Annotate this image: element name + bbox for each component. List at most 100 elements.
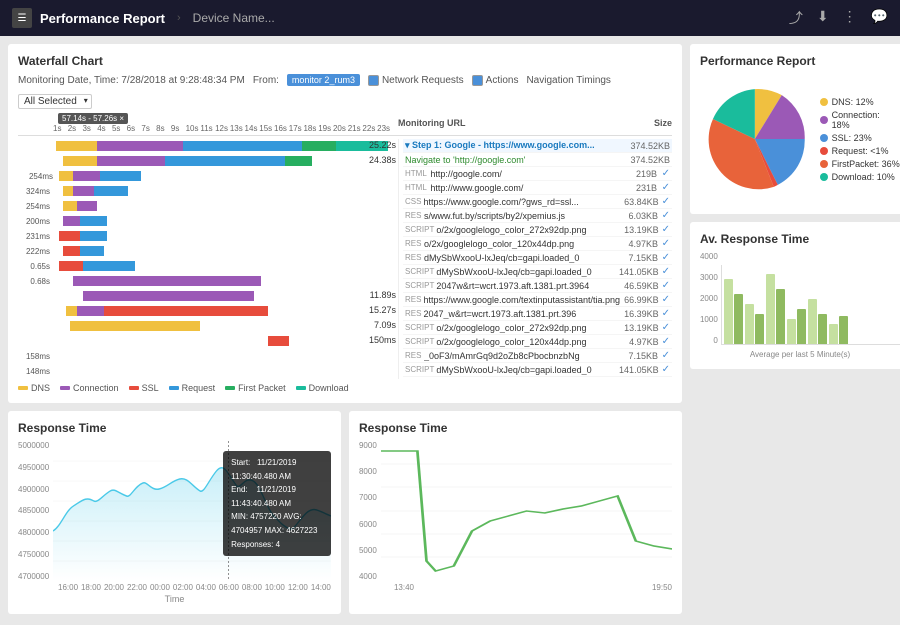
monitoring-url-header: Monitoring URL [398, 118, 465, 128]
app-logo: ☰ [12, 8, 32, 28]
x-axis: 16:00 18:00 20:00 22:00 00:00 02:00 04:0… [58, 583, 331, 592]
chat-icon[interactable]: 💬 [871, 8, 888, 28]
x-axis-right: 13:40 19:50 [394, 583, 672, 592]
legend-ssl: SSL [129, 383, 159, 393]
nav-timings-label: Navigation Timings [526, 75, 610, 86]
time-ruler: 1s 2s 3s 4s 5s 6s 7s 8s 9s 10s 11s 12s 1… [53, 124, 392, 133]
waterfall-meta-date: Monitoring Date, Time: 7/28/2018 at 9:28… [18, 75, 245, 86]
more-icon[interactable]: ⋮ [843, 8, 857, 28]
bar-group [766, 274, 785, 344]
response-time-left-chart: 5000000 4950000 4900000 4850000 4800000 … [18, 441, 331, 581]
bar [766, 274, 775, 344]
table-row: 158ms [18, 349, 398, 363]
waterfall-title: Waterfall Chart [18, 54, 672, 68]
response-time-right-panel: Response Time 9000 8000 7000 6000 5000 4… [349, 411, 682, 614]
list-item: HTML http://google.com/ 219B ✓ [403, 167, 672, 181]
legend-ssl-pie: SSL: 23% [820, 133, 900, 143]
waterfall-urls: ▾ Step 1: Google - https://www.google.co… [398, 139, 672, 379]
waterfall-from-label: From: [253, 75, 279, 86]
table-row: 0.68s [18, 274, 398, 288]
bar [745, 304, 754, 344]
list-item: RES 2047_w&rt=wcrt.1973.aft.1381.prt.396… [403, 307, 672, 321]
right-chart-canvas [381, 441, 672, 581]
av-response-panel: Av. Response Time 4000 3000 2000 1000 0 [690, 222, 900, 369]
table-row: 24.38s [18, 154, 398, 168]
waterfall-body: 25.22s 24.38s [18, 139, 672, 379]
legend-dns: DNS [18, 383, 50, 393]
legend-request: Request [169, 383, 216, 393]
legend-connection-pie: Connection: 18% [820, 110, 900, 130]
list-item: RES dMySbWxooU-lxJeq/cb=gapi.loaded_0 7.… [403, 251, 672, 265]
page-title: Performance Report [40, 11, 165, 26]
av-response-title: Av. Response Time [700, 232, 900, 246]
page-subtitle: Device Name... [193, 11, 275, 25]
main-content: Waterfall Chart Monitoring Date, Time: 7… [0, 36, 900, 625]
table-row: 11.89s [18, 289, 398, 303]
table-row: 200ms [18, 214, 398, 228]
topbar-actions: ⤴ ⬇ ⋮ 💬 [789, 8, 888, 28]
legend-download: Download [296, 383, 349, 393]
list-item: SCRIPT o/2x/googlelogo_color_120x44dp.pn… [403, 335, 672, 349]
bar [755, 314, 764, 344]
bar-group [808, 299, 827, 344]
left-column: Waterfall Chart Monitoring Date, Time: 7… [8, 44, 682, 614]
list-item: RES o/2x/googlelogo_color_120x44dp.png 4… [403, 237, 672, 251]
perf-report-right-panel: Performance Report [690, 44, 900, 214]
bar [724, 279, 733, 344]
av-y-axis: 4000 3000 2000 1000 0 [700, 252, 721, 345]
y-axis: 5000000 4950000 4900000 4850000 4800000 … [18, 441, 53, 581]
bar [776, 289, 785, 344]
dropdown-arrow: ▾ [84, 96, 88, 105]
bottom-panels: Response Time 5000000 4950000 4900000 48… [8, 411, 682, 614]
list-item: RES https://www.google.com/textinputassi… [403, 293, 672, 307]
network-requests-checkbox[interactable] [368, 75, 379, 86]
right-column: Performance Report [690, 44, 900, 614]
table-row: 15.27s [18, 304, 398, 318]
bar-group [829, 316, 848, 344]
list-item: RES _0oF3/mAmrGq9d2oZb8cPbocbnzbNg 7.15K… [403, 349, 672, 363]
actions-check[interactable]: Actions [472, 75, 519, 86]
bar-group [745, 304, 764, 344]
table-row: 254ms [18, 169, 398, 183]
table-row: 25.22s [18, 139, 398, 153]
legend-request-pie: Request: <1% [820, 146, 900, 156]
list-item: Navigate to 'http://google.com' 374.52KB [403, 153, 672, 167]
response-line-right [381, 441, 672, 581]
actions-checkbox[interactable] [472, 75, 483, 86]
bar [787, 319, 796, 344]
list-item: SCRIPT o/2x/googlelogo_color_272x92dp.pn… [403, 321, 672, 335]
time-highlight: 57.14s - 57.26s × [58, 113, 128, 124]
chart-canvas: Start: 11/21/2019 11:30:40.480 AM End: 1… [53, 441, 331, 581]
y-axis-right: 9000 8000 7000 6000 5000 4000 [359, 441, 381, 581]
pie-chart [700, 84, 810, 194]
size-header: Size [654, 118, 672, 128]
all-selected-dropdown[interactable]: All Selected ▾ [18, 94, 92, 109]
table-row: 148ms [18, 364, 398, 378]
table-row: 0.65s [18, 259, 398, 273]
legend-first-packet: First Packet [225, 383, 286, 393]
waterfall-header: Monitoring Date, Time: 7/28/2018 at 9:28… [18, 74, 672, 109]
waterfall-bars: 25.22s 24.38s [18, 139, 398, 379]
legend-dns-pie: DNS: 12% [820, 97, 900, 107]
bar-group [724, 279, 743, 344]
right-spacer [690, 377, 900, 614]
pie-legend: DNS: 12% Connection: 18% SSL: 23% Reques… [820, 97, 900, 182]
response-time-right-chart: 9000 8000 7000 6000 5000 4000 [359, 441, 672, 581]
table-row: 254ms [18, 199, 398, 213]
table-row: 150ms [18, 334, 398, 348]
download-icon[interactable]: ⬇ [817, 8, 829, 28]
x-axis-label: Time [18, 594, 331, 604]
monitor-badge: monitor 2_rum3 [287, 74, 360, 86]
legend-firstpacket-pie: FirstPacket: 36% [820, 159, 900, 169]
av-x-axis-label: Average per last 5 Minute(s) [700, 350, 900, 359]
list-item: RES s/www.fut.by/scripts/by2/xpemius.js … [403, 209, 672, 223]
pie-area: DNS: 12% Connection: 18% SSL: 23% Reques… [700, 74, 900, 204]
network-requests-check[interactable]: Network Requests [368, 75, 464, 86]
list-item: HTML http://www.google.com/ 231B ✓ [403, 181, 672, 195]
share-icon[interactable]: ⤴ [789, 8, 803, 28]
list-item: SCRIPT o/2x/googlelogo_color_272x92dp.pn… [403, 223, 672, 237]
bar [839, 316, 848, 344]
waterfall-legend: DNS Connection SSL Request First Packet [18, 383, 672, 393]
breadcrumb-sep: › [177, 12, 181, 24]
av-response-chart: 4000 3000 2000 1000 0 [700, 252, 900, 347]
